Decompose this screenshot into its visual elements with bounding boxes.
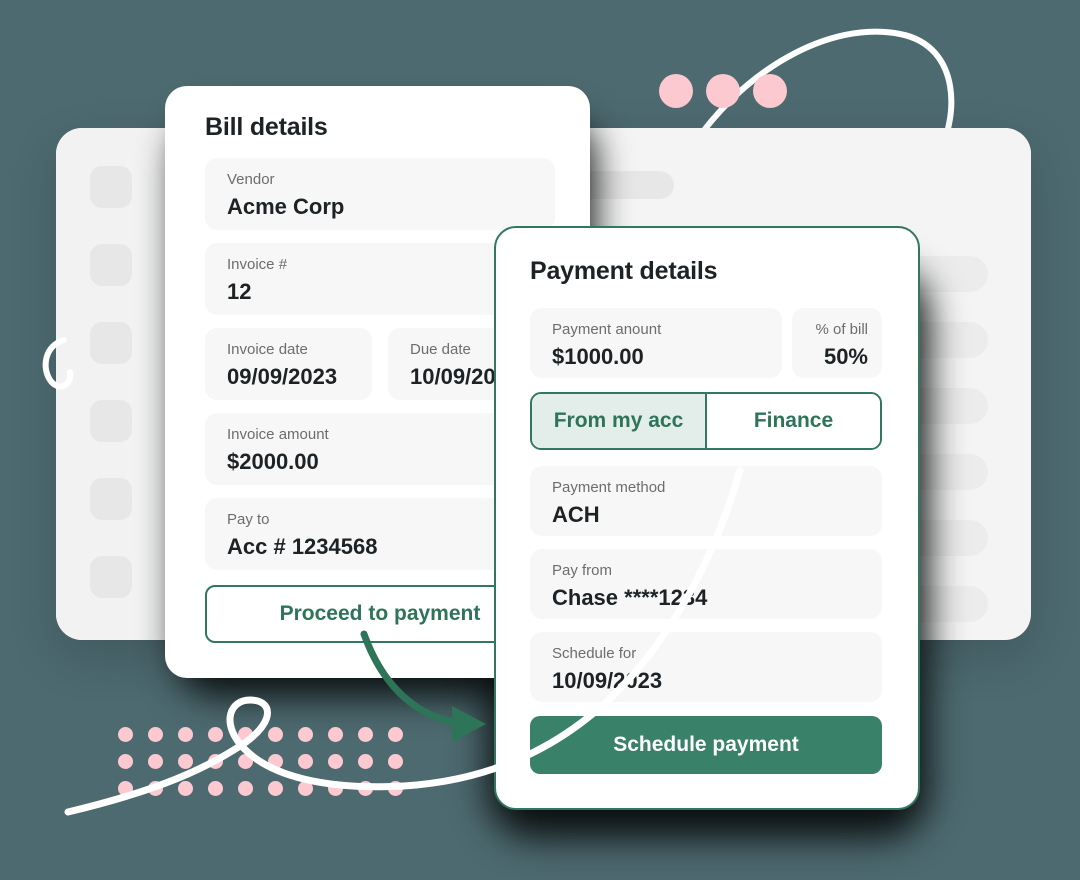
field-vendor-label: Vendor [227,171,275,188]
toggle-option-from-my-acc[interactable]: From my acc [532,394,707,448]
pink-grid-dot [178,754,193,769]
field-payment-method-value: ACH [552,502,600,527]
schedule-payment-button[interactable]: Schedule payment [530,716,882,774]
pink-grid-dot [178,727,193,742]
pink-grid-dot [208,754,223,769]
field-pay-from[interactable]: Pay from Chase ****1234 [530,549,882,619]
field-invoice-number-value: 12 [227,279,252,304]
field-payment-amount-value: $1000.00 [552,344,644,369]
pink-grid-dot [118,727,133,742]
field-payment-amount-label: Payment anount [552,321,662,338]
field-percent-of-bill[interactable]: % of bill 50% [792,308,882,378]
field-pay-from-label: Pay from [552,562,613,579]
payment-details-card: Payment details Payment anount $1000.00 … [494,226,920,810]
field-invoice-amount-value: $2000.00 [227,449,319,474]
green-arrow-head [452,706,486,742]
pink-grid-dot [238,754,253,769]
pink-grid-dot [118,754,133,769]
field-vendor-value: Acme Corp [227,194,345,219]
pink-grid-dot [148,727,163,742]
pink-grid-dot [298,727,313,742]
skeleton-nav-item [90,556,132,598]
pink-dot-grid [118,727,418,808]
field-payment-method-label: Payment method [552,479,666,496]
field-vendor[interactable]: Vendor Acme Corp [205,158,555,230]
skeleton-nav-item [90,478,132,520]
pink-grid-dot [298,754,313,769]
pink-grid-dot [268,781,283,796]
field-payment-method[interactable]: Payment method ACH [530,466,882,536]
pink-grid-dot [358,727,373,742]
pink-grid-dot [298,781,313,796]
pink-grid-dot [388,781,403,796]
pink-grid-dot [328,727,343,742]
field-schedule-for-label: Schedule for [552,645,637,662]
field-invoice-date-value: 09/09/2023 [227,364,338,389]
field-percent-of-bill-value: 50% [823,344,868,369]
skeleton-nav-item [90,244,132,286]
pink-grid-dot [388,727,403,742]
field-schedule-for[interactable]: Schedule for 10/09/2023 [530,632,882,702]
field-percent-of-bill-label: % of bill [815,321,868,338]
pink-dot-2 [706,74,740,108]
field-pay-from-value: Chase ****1234 [552,585,708,610]
pink-dot-1 [659,74,693,108]
skeleton-nav-item [90,322,132,364]
field-pay-to-value: Acc # 1234568 [227,534,378,559]
pink-grid-dot [118,781,133,796]
pink-grid-dot [358,781,373,796]
illustration-canvas: Bill details Vendor Acme Corp Invoice # … [0,0,1080,880]
pink-grid-dot [268,727,283,742]
field-invoice-date-label: Invoice date [227,341,308,358]
payment-details-title: Payment details [530,257,718,285]
field-payment-amount[interactable]: Payment anount $1000.00 [530,308,782,378]
field-pay-to-label: Pay to [227,511,270,528]
pink-grid-dot [328,781,343,796]
pink-dot-3 [753,74,787,108]
bill-details-title: Bill details [205,113,328,141]
skeleton-nav-item [90,400,132,442]
pink-grid-dot [208,781,223,796]
field-schedule-for-value: 10/09/2023 [552,668,663,693]
pink-grid-dot [238,727,253,742]
pink-grid-dot [148,754,163,769]
pink-grid-dot [148,781,163,796]
funding-source-toggle[interactable]: From my acc Finance [530,392,882,450]
skeleton-nav-item [90,166,132,208]
pink-grid-dot [358,754,373,769]
field-invoice-date[interactable]: Invoice date 09/09/2023 [205,328,372,400]
field-invoice-amount-label: Invoice amount [227,426,329,443]
pink-grid-dot [208,727,223,742]
pink-grid-dot [388,754,403,769]
field-invoice-number-label: Invoice # [227,256,288,273]
pink-grid-dot [328,754,343,769]
pink-grid-dot [268,754,283,769]
pink-grid-dot [178,781,193,796]
toggle-option-finance[interactable]: Finance [707,394,880,448]
pink-grid-dot [238,781,253,796]
